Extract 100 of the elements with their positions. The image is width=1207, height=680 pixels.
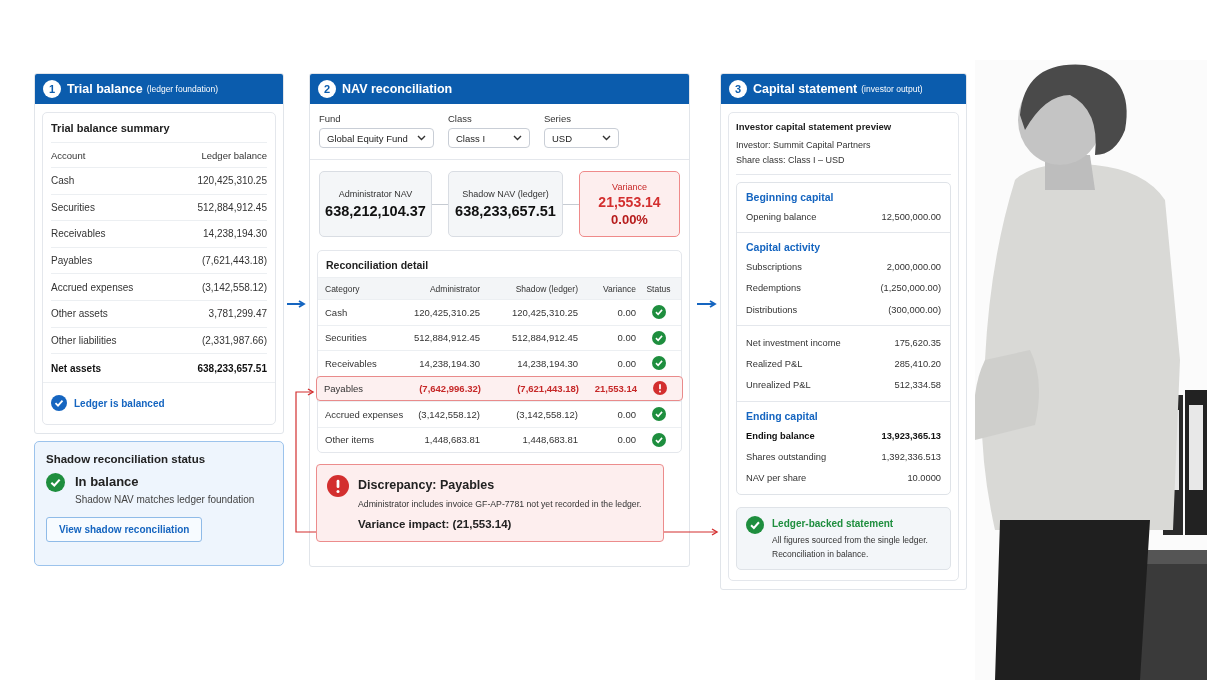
status-text: Ledger is balanced: [74, 397, 165, 409]
table-cell-text: 0.00: [616, 408, 636, 420]
panel-subtitle: (investor output): [861, 84, 923, 94]
balance-value: (2,331,987.66): [201, 334, 267, 346]
table-cell-text: 120,425,310.25: [510, 306, 578, 318]
panel-subtitle: (ledger foundation): [146, 84, 219, 94]
metric-value: 638,233,657.51: [455, 203, 556, 219]
table-cell-text: 1,448,683.81: [423, 434, 480, 446]
column-header: Account: [51, 149, 86, 161]
table-cell-text: Accrued expenses: [324, 408, 402, 420]
line-value: 175,620.35: [894, 337, 941, 348]
table-cell-text: 0.00: [616, 306, 636, 318]
chevron-down-icon: [513, 135, 522, 141]
line-label: Ending balance: [746, 430, 815, 441]
check-icon: [651, 356, 666, 371]
line-value: 2,000,000.00: [886, 261, 941, 272]
metric-value: 638,212,104.37: [325, 203, 426, 219]
table-cell-text: Cash: [324, 306, 349, 318]
connector-line: [663, 528, 718, 536]
table-cell-text: 0.00: [616, 357, 636, 369]
check-icon: [651, 330, 666, 345]
table-cell-text: Securities: [324, 332, 368, 344]
table-cell-text: 120,425,310.25: [412, 306, 480, 318]
card-title: Trial balance summary: [51, 113, 267, 143]
metric-value: 21,553.14: [598, 193, 661, 210]
balance-value: 638,233,657.51: [197, 362, 267, 374]
line-value: 13,923,365.13: [881, 430, 941, 441]
line-label: Redemptions: [746, 283, 801, 294]
table-cell-text: 512,884,912.45: [412, 332, 480, 344]
step-number: 2: [318, 80, 336, 98]
error-icon: [652, 381, 667, 396]
account-name: Accrued expenses: [51, 281, 134, 293]
check-icon: [46, 473, 65, 493]
check-icon: [651, 305, 666, 320]
line-label: Realized P&L: [746, 359, 803, 370]
note-text: Reconciliation in balance.: [772, 547, 870, 561]
column-header: Status: [645, 283, 672, 294]
metric-label: Shadow NAV (ledger): [462, 189, 549, 199]
section-heading: Beginning capital: [746, 191, 835, 203]
metric-percent: 0.00%: [611, 211, 648, 227]
alert-message: Administrator includes invoice GF-AP-7781 not yet recorded in the ledger.: [358, 499, 642, 509]
dropdown[interactable]: Global Equity Fund: [319, 128, 434, 148]
check-icon: [651, 432, 666, 447]
table-cell-text: 14,238,194.30: [418, 357, 480, 369]
chevron-down-icon: [417, 135, 426, 141]
balance-value: (3,142,558.12): [201, 281, 267, 293]
panel-title: Capital statement: [753, 82, 858, 96]
section-heading: Capital activity: [746, 241, 822, 254]
table-cell-text: Payables: [323, 382, 365, 394]
balance-value: 120,425,310.25: [197, 175, 267, 187]
line-value: 512,334.58: [894, 380, 941, 391]
balance-value: (7,621,443.18): [201, 255, 267, 267]
step-number: 1: [43, 80, 61, 98]
line-label: Unrealized P&L: [746, 380, 811, 391]
share-class: Share class: Class I – USD: [736, 154, 846, 167]
investor-name: Investor: Summit Capital Partners: [736, 139, 872, 152]
line-label: Shares outstanding: [746, 452, 827, 462]
line-value: 12,500,000.00: [881, 211, 941, 222]
table-cell-text: Other items: [324, 434, 376, 446]
dropdown[interactable]: USD: [544, 128, 619, 148]
account-name: Net assets: [51, 362, 102, 374]
section-heading: Ending capital: [746, 410, 819, 423]
account-name: Receivables: [51, 228, 106, 240]
account-name: Cash: [51, 175, 75, 187]
balance-value: 3,781,299.47: [208, 308, 267, 320]
chevron-down-icon: [602, 135, 611, 141]
column-header: Ledger balance: [201, 149, 267, 161]
flow-arrow: [696, 300, 716, 308]
note-title: Ledger-backed statement: [772, 517, 895, 529]
check-icon: [51, 395, 67, 412]
status-note: Shadow NAV matches ledger foundation: [75, 494, 255, 506]
table-cell-text: (3,142,558.12): [515, 408, 578, 420]
account-name: Securities: [51, 201, 95, 213]
table-cell-text: (7,621,443.18): [516, 382, 579, 394]
note-text: All figures sourced from the single ledger.: [772, 533, 928, 547]
filter-label: Series: [544, 113, 572, 124]
table-cell-text: Receivables: [324, 357, 378, 369]
status-label: In balance: [75, 474, 140, 490]
metric-label: Administrator NAV: [338, 189, 413, 199]
panel-title: Trial balance: [67, 82, 143, 96]
view-reconciliation-button[interactable]: View shadow reconciliation: [46, 517, 203, 543]
balance-value: 512,884,912.45: [197, 201, 267, 213]
column-header: Administrator: [428, 283, 480, 294]
panel-title: NAV reconciliation: [342, 82, 453, 96]
column-header: Variance: [602, 283, 636, 294]
metric-label: Variance: [612, 181, 647, 192]
dropdown[interactable]: Class I: [448, 128, 530, 148]
error-icon: [327, 475, 349, 497]
filter-label: Fund: [319, 113, 342, 124]
line-value: 1,392,336.513: [881, 452, 941, 462]
account-name: Other liabilities: [51, 334, 117, 346]
table-cell-text: 1,448,683.81: [521, 434, 578, 446]
line-value: 10.0000: [907, 473, 941, 484]
step-number: 3: [729, 80, 747, 98]
table-cell-text: 14,238,194.30: [516, 357, 578, 369]
check-icon: [651, 407, 666, 422]
filter-label: Class: [448, 113, 473, 124]
table-cell-text: 0.00: [616, 434, 636, 446]
line-label: Subscriptions: [746, 261, 802, 272]
account-name: Other assets: [51, 308, 108, 320]
